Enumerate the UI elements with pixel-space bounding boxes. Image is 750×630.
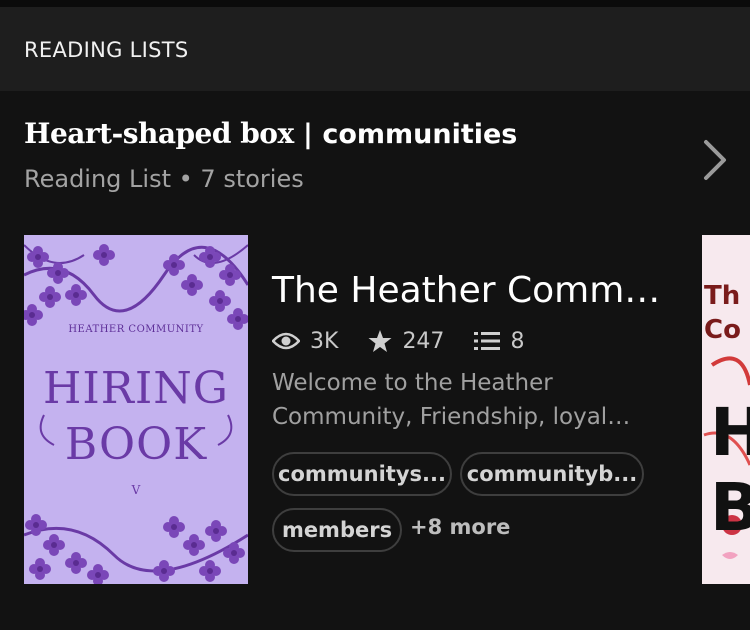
next-cover-text-1: Th [704,281,741,311]
votes-stat: 247 [368,329,444,354]
next-cover-letter-2: B [710,469,750,546]
story-description: Welcome to the Heather Community, Friend… [272,366,662,434]
eye-icon [272,332,300,350]
parts-stat: 8 [474,329,524,354]
top-divider [0,0,750,7]
section-header: READING LISTS [0,7,750,91]
story-stats: 3K 247 8 [272,324,554,358]
story-cover[interactable]: HEATHER COMMUNITY HIRING BOOK V [24,235,248,584]
description-line: Community, Friendship, loyal… [272,404,631,430]
next-cover-letter-1: H [710,394,750,471]
reading-list-title[interactable]: Heart-shaped box | communities [24,117,517,150]
tag-chip[interactable]: communityb... [460,452,644,496]
cover-subtitle: HEATHER COMMUNITY [68,324,204,335]
list-icon [474,332,501,350]
section-title: READING LISTS [24,38,189,62]
story-title[interactable]: The Heather Comm… [272,270,660,311]
cover-mark: V [131,483,141,497]
votes-count: 247 [402,328,445,354]
star-icon [368,330,392,352]
cover-title-line1: HIRING [43,363,229,414]
reading-list-title-name: Heart-shaped box [24,117,294,150]
views-stat: 3K [272,329,338,354]
chevron-right-icon[interactable] [700,138,730,182]
more-tags-link[interactable]: +8 more [410,515,510,539]
reading-list-title-suffix: | communities [293,119,518,150]
description-line: Welcome to the Heather [272,370,553,396]
tag-chip[interactable]: communitys... [272,452,452,496]
cover-title-line2: BOOK [64,419,208,470]
parts-count: 8 [510,328,525,354]
tag-chip[interactable]: members [272,508,402,552]
reading-list-meta: Reading List • 7 stories [24,165,304,193]
views-count: 3K [310,328,339,354]
next-story-cover[interactable]: Th Co H B [702,235,750,584]
next-cover-text-2: Co [704,315,741,345]
